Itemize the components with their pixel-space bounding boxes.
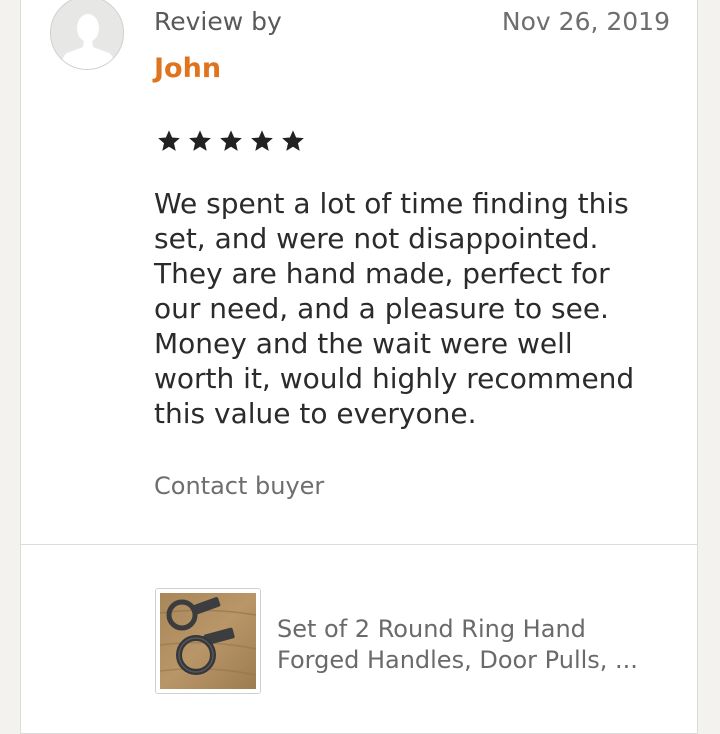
product-thumbnail[interactable] xyxy=(155,588,261,694)
product-title[interactable]: Set of 2 Round Ring Hand Forged Handles,… xyxy=(277,614,697,676)
review-text: We spent a lot of time finding this set,… xyxy=(154,186,682,431)
product-title-line: Forged Handles, Door Pulls, ... xyxy=(277,646,638,674)
review-text-line: our need, and a pleasure to see. xyxy=(154,292,609,325)
review-text-line: Money and the wait were well xyxy=(154,327,573,360)
reviewer-name[interactable]: John xyxy=(154,52,221,86)
star-icon xyxy=(158,130,180,151)
ring-handles-photo-icon xyxy=(160,593,256,689)
review-text-line: this value to everyone. xyxy=(154,397,477,430)
review-date: Nov 26, 2019 xyxy=(501,7,670,36)
star-icon xyxy=(282,130,304,151)
star-icon xyxy=(220,130,242,151)
product-title-line: Set of 2 Round Ring Hand xyxy=(277,615,586,643)
star-icon xyxy=(189,130,211,151)
contact-buyer-link[interactable]: Contact buyer xyxy=(154,470,324,502)
star-rating xyxy=(156,128,306,154)
star-icon xyxy=(251,130,273,151)
review-by-label: Review by xyxy=(154,7,282,36)
review-text-line: We spent a lot of time finding this xyxy=(154,187,629,220)
review-text-line: worth it, would highly recommend xyxy=(154,362,635,395)
review-text-line: They are hand made, perfect for xyxy=(154,257,610,290)
review-text-line: set, and were not disappointed. xyxy=(154,222,599,255)
